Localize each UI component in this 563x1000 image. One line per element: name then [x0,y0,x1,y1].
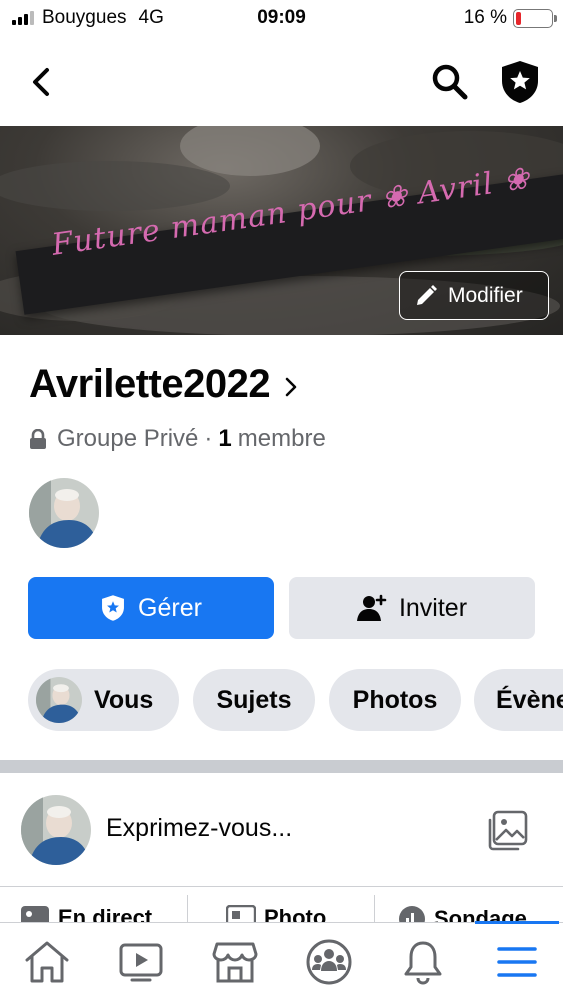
invite-label: Inviter [398,593,468,622]
chevron-right-icon [285,377,297,396]
photo-button[interactable]: Photo [226,905,326,923]
add-person-icon [356,594,387,621]
edit-cover-button[interactable]: Modifier [399,271,549,320]
battery-percent: 16 % [463,7,507,28]
add-photo-button[interactable] [482,806,532,856]
tab-notifications[interactable] [376,923,470,1000]
poll-icon [399,906,425,923]
lock-icon [30,429,46,449]
back-button[interactable] [22,62,62,102]
composer-input[interactable]: Exprimez-vous... [106,814,292,843]
avatar-photo [29,478,99,548]
admin-tools-button[interactable] [496,58,544,106]
search-button[interactable] [428,60,472,104]
composer-avatar[interactable] [21,795,91,865]
battery-level [516,11,522,25]
chip-topics-label: Sujets [216,685,292,714]
chip-photos-label: Photos [352,685,438,714]
photo-gallery-icon [488,810,528,851]
search-icon [432,64,468,100]
member-count: 1 [218,425,232,452]
invite-button[interactable]: Inviter [289,577,535,639]
chip-events-label: Évènements [496,685,563,714]
section-divider [0,760,563,773]
edit-cover-label: Modifier [448,283,523,307]
qa-divider [374,895,375,923]
marketplace-icon [212,942,258,983]
tab-video[interactable] [94,923,188,1000]
manage-label: Gérer [138,593,202,622]
member-label: membre [237,425,326,452]
avatar-photo [21,795,91,865]
tab-groups[interactable] [282,923,376,1000]
groups-icon [306,939,352,985]
composer-quick-actions: En direct Photo Sondage [0,887,563,923]
battery-icon [513,8,557,28]
notifications-icon [404,941,442,985]
pencil-icon [417,284,437,305]
nav-header [0,48,563,114]
chevron-left-icon [33,68,49,96]
group-tabs-chips: Vous Sujets Photos Évènements [28,669,563,731]
home-icon [25,941,69,983]
live-video-icon [21,906,49,923]
chip-photos[interactable]: Photos [329,669,461,731]
admin-shield-star-icon [502,61,538,103]
photo-label: Photo [264,905,327,923]
menu-icon [497,947,537,977]
group-name: Avrilette2022 [29,362,271,406]
bottom-tab-bar [0,921,563,1000]
chip-topics[interactable]: Sujets [193,669,315,731]
video-icon [119,943,163,982]
group-meta: Groupe Privé · 1 membre [29,425,326,453]
tab-menu[interactable] [470,923,563,1000]
tab-marketplace[interactable] [188,923,282,1000]
group-privacy: Groupe Privé [57,425,199,452]
chip-you-avatar [36,677,82,723]
qa-divider [187,895,188,923]
avatar-photo [36,677,82,723]
chip-you-label: Vous [94,685,154,714]
manage-button[interactable]: Gérer [28,577,274,639]
meta-separator: · [204,425,213,452]
group-title-row[interactable]: Avrilette2022 [29,362,298,407]
live-button[interactable]: En direct [20,905,152,923]
status-bar: Bouygues 4G 09:09 16 % [0,0,563,38]
chip-events[interactable]: Évènements [474,669,563,731]
tab-home[interactable] [0,923,94,1000]
shield-star-icon [102,595,125,621]
chip-you[interactable]: Vous [28,669,179,731]
live-label: En direct [58,905,153,923]
status-right: 16 % [463,7,557,29]
photo-icon [226,905,256,923]
member-avatar[interactable] [29,478,99,548]
